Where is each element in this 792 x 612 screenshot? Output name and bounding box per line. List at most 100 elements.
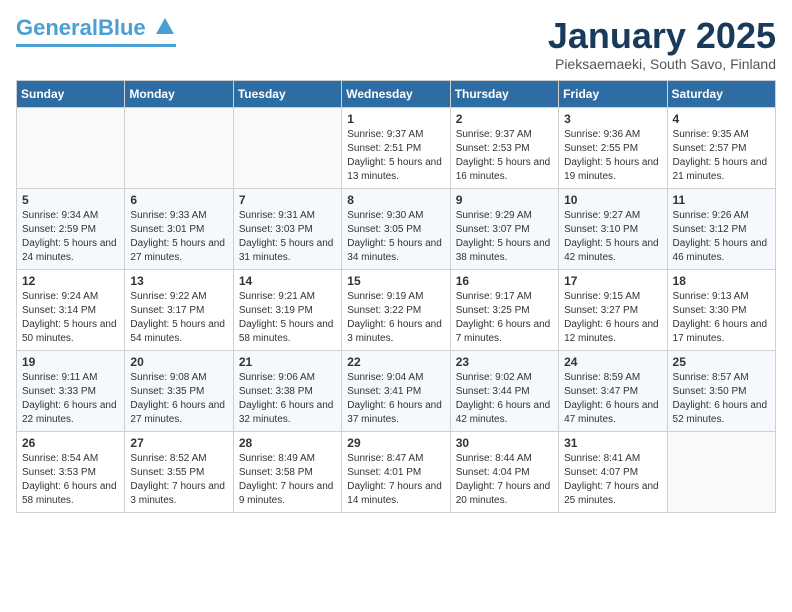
logo-underline (16, 44, 176, 47)
day-number: 25 (673, 355, 770, 369)
day-detail: Sunrise: 9:21 AMSunset: 3:19 PMDaylight:… (239, 290, 336, 346)
day-detail: Sunrise: 9:02 AMSunset: 3:44 PMDaylight:… (456, 371, 553, 427)
day-number: 3 (564, 112, 661, 126)
day-number: 13 (130, 274, 227, 288)
calendar-week-row: 1 Sunrise: 9:37 AMSunset: 2:51 PMDayligh… (17, 107, 776, 188)
calendar-cell: 24 Sunrise: 8:59 AMSunset: 3:47 PMDaylig… (559, 350, 667, 431)
location-subtitle: Pieksaemaeki, South Savo, Finland (548, 56, 776, 72)
day-detail: Sunrise: 9:24 AMSunset: 3:14 PMDaylight:… (22, 290, 119, 346)
calendar-cell: 17 Sunrise: 9:15 AMSunset: 3:27 PMDaylig… (559, 269, 667, 350)
calendar-cell: 4 Sunrise: 9:35 AMSunset: 2:57 PMDayligh… (667, 107, 775, 188)
calendar-cell: 18 Sunrise: 9:13 AMSunset: 3:30 PMDaylig… (667, 269, 775, 350)
calendar-cell: 13 Sunrise: 9:22 AMSunset: 3:17 PMDaylig… (125, 269, 233, 350)
col-header-monday: Monday (125, 80, 233, 107)
logo-general: General (16, 15, 98, 40)
day-detail: Sunrise: 9:37 AMSunset: 2:53 PMDaylight:… (456, 128, 553, 184)
day-number: 19 (22, 355, 119, 369)
day-number: 11 (673, 193, 770, 207)
calendar-cell: 1 Sunrise: 9:37 AMSunset: 2:51 PMDayligh… (342, 107, 450, 188)
day-detail: Sunrise: 9:17 AMSunset: 3:25 PMDaylight:… (456, 290, 553, 346)
calendar-cell: 25 Sunrise: 8:57 AMSunset: 3:50 PMDaylig… (667, 350, 775, 431)
day-number: 14 (239, 274, 336, 288)
day-detail: Sunrise: 8:54 AMSunset: 3:53 PMDaylight:… (22, 452, 119, 508)
day-number: 31 (564, 436, 661, 450)
day-detail: Sunrise: 9:27 AMSunset: 3:10 PMDaylight:… (564, 209, 661, 265)
day-number: 4 (673, 112, 770, 126)
day-number: 9 (456, 193, 553, 207)
day-number: 17 (564, 274, 661, 288)
day-detail: Sunrise: 9:34 AMSunset: 2:59 PMDaylight:… (22, 209, 119, 265)
day-number: 24 (564, 355, 661, 369)
day-detail: Sunrise: 9:35 AMSunset: 2:57 PMDaylight:… (673, 128, 770, 184)
day-detail: Sunrise: 8:44 AMSunset: 4:04 PMDaylight:… (456, 452, 553, 508)
col-header-sunday: Sunday (17, 80, 125, 107)
calendar-week-row: 12 Sunrise: 9:24 AMSunset: 3:14 PMDaylig… (17, 269, 776, 350)
day-number: 2 (456, 112, 553, 126)
day-detail: Sunrise: 9:29 AMSunset: 3:07 PMDaylight:… (456, 209, 553, 265)
day-number: 27 (130, 436, 227, 450)
calendar-cell: 8 Sunrise: 9:30 AMSunset: 3:05 PMDayligh… (342, 188, 450, 269)
day-detail: Sunrise: 8:52 AMSunset: 3:55 PMDaylight:… (130, 452, 227, 508)
calendar-cell: 5 Sunrise: 9:34 AMSunset: 2:59 PMDayligh… (17, 188, 125, 269)
day-number: 10 (564, 193, 661, 207)
calendar-cell: 6 Sunrise: 9:33 AMSunset: 3:01 PMDayligh… (125, 188, 233, 269)
day-detail: Sunrise: 9:26 AMSunset: 3:12 PMDaylight:… (673, 209, 770, 265)
calendar-cell: 15 Sunrise: 9:19 AMSunset: 3:22 PMDaylig… (342, 269, 450, 350)
day-number: 1 (347, 112, 444, 126)
calendar-cell: 7 Sunrise: 9:31 AMSunset: 3:03 PMDayligh… (233, 188, 341, 269)
calendar-week-row: 19 Sunrise: 9:11 AMSunset: 3:33 PMDaylig… (17, 350, 776, 431)
day-detail: Sunrise: 9:13 AMSunset: 3:30 PMDaylight:… (673, 290, 770, 346)
calendar-cell: 16 Sunrise: 9:17 AMSunset: 3:25 PMDaylig… (450, 269, 558, 350)
calendar-cell: 3 Sunrise: 9:36 AMSunset: 2:55 PMDayligh… (559, 107, 667, 188)
calendar-cell: 21 Sunrise: 9:06 AMSunset: 3:38 PMDaylig… (233, 350, 341, 431)
day-number: 26 (22, 436, 119, 450)
calendar-week-row: 26 Sunrise: 8:54 AMSunset: 3:53 PMDaylig… (17, 431, 776, 512)
day-number: 6 (130, 193, 227, 207)
calendar-cell: 14 Sunrise: 9:21 AMSunset: 3:19 PMDaylig… (233, 269, 341, 350)
day-number: 16 (456, 274, 553, 288)
calendar-cell: 31 Sunrise: 8:41 AMSunset: 4:07 PMDaylig… (559, 431, 667, 512)
day-number: 18 (673, 274, 770, 288)
calendar-cell: 23 Sunrise: 9:02 AMSunset: 3:44 PMDaylig… (450, 350, 558, 431)
calendar-cell: 22 Sunrise: 9:04 AMSunset: 3:41 PMDaylig… (342, 350, 450, 431)
calendar-cell (17, 107, 125, 188)
title-area: January 2025 Pieksaemaeki, South Savo, F… (548, 16, 776, 72)
month-title: January 2025 (548, 16, 776, 56)
logo-blue: Blue (98, 15, 146, 40)
col-header-wednesday: Wednesday (342, 80, 450, 107)
day-detail: Sunrise: 8:47 AMSunset: 4:01 PMDaylight:… (347, 452, 444, 508)
calendar-cell: 29 Sunrise: 8:47 AMSunset: 4:01 PMDaylig… (342, 431, 450, 512)
day-number: 7 (239, 193, 336, 207)
day-number: 5 (22, 193, 119, 207)
day-detail: Sunrise: 9:33 AMSunset: 3:01 PMDaylight:… (130, 209, 227, 265)
day-detail: Sunrise: 9:22 AMSunset: 3:17 PMDaylight:… (130, 290, 227, 346)
day-number: 22 (347, 355, 444, 369)
day-number: 8 (347, 193, 444, 207)
calendar-cell: 28 Sunrise: 8:49 AMSunset: 3:58 PMDaylig… (233, 431, 341, 512)
calendar-cell: 11 Sunrise: 9:26 AMSunset: 3:12 PMDaylig… (667, 188, 775, 269)
day-detail: Sunrise: 8:57 AMSunset: 3:50 PMDaylight:… (673, 371, 770, 427)
day-detail: Sunrise: 9:19 AMSunset: 3:22 PMDaylight:… (347, 290, 444, 346)
day-number: 12 (22, 274, 119, 288)
calendar-cell: 26 Sunrise: 8:54 AMSunset: 3:53 PMDaylig… (17, 431, 125, 512)
day-detail: Sunrise: 9:08 AMSunset: 3:35 PMDaylight:… (130, 371, 227, 427)
day-detail: Sunrise: 8:59 AMSunset: 3:47 PMDaylight:… (564, 371, 661, 427)
day-detail: Sunrise: 8:49 AMSunset: 3:58 PMDaylight:… (239, 452, 336, 508)
calendar-cell: 30 Sunrise: 8:44 AMSunset: 4:04 PMDaylig… (450, 431, 558, 512)
calendar-cell (233, 107, 341, 188)
day-detail: Sunrise: 9:04 AMSunset: 3:41 PMDaylight:… (347, 371, 444, 427)
calendar-cell: 2 Sunrise: 9:37 AMSunset: 2:53 PMDayligh… (450, 107, 558, 188)
calendar-cell: 27 Sunrise: 8:52 AMSunset: 3:55 PMDaylig… (125, 431, 233, 512)
col-header-saturday: Saturday (667, 80, 775, 107)
day-number: 28 (239, 436, 336, 450)
calendar-cell (125, 107, 233, 188)
calendar-cell: 20 Sunrise: 9:08 AMSunset: 3:35 PMDaylig… (125, 350, 233, 431)
col-header-tuesday: Tuesday (233, 80, 341, 107)
day-detail: Sunrise: 9:36 AMSunset: 2:55 PMDaylight:… (564, 128, 661, 184)
day-detail: Sunrise: 9:30 AMSunset: 3:05 PMDaylight:… (347, 209, 444, 265)
calendar-cell: 12 Sunrise: 9:24 AMSunset: 3:14 PMDaylig… (17, 269, 125, 350)
logo: GeneralBlue (16, 16, 176, 47)
day-number: 23 (456, 355, 553, 369)
col-header-friday: Friday (559, 80, 667, 107)
calendar-cell: 19 Sunrise: 9:11 AMSunset: 3:33 PMDaylig… (17, 350, 125, 431)
